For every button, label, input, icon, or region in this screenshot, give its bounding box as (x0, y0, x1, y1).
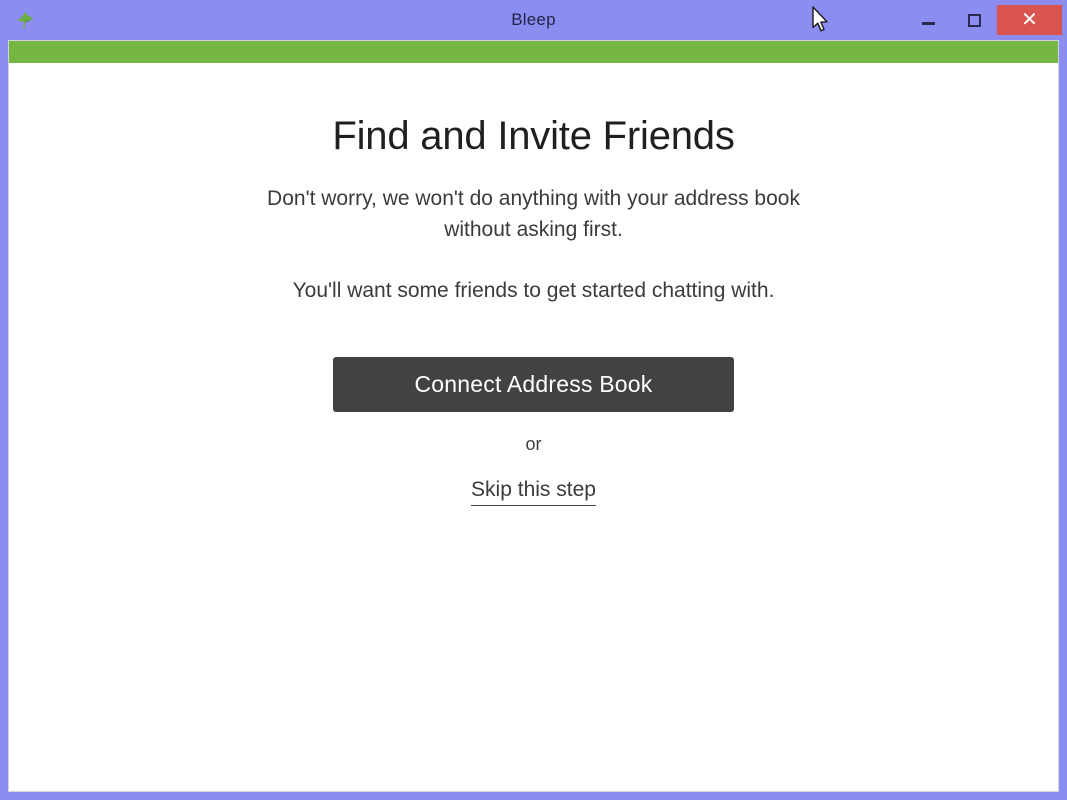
onboarding-progress-bar (9, 41, 1058, 63)
close-button[interactable]: ✕ (997, 5, 1062, 35)
minimize-button[interactable] (905, 0, 951, 40)
minimize-icon (921, 21, 935, 25)
app-window: Bleep ✕ Find and Invite Friends Don't wo… (0, 0, 1067, 800)
privacy-note: Don't worry, we won't do anything with y… (267, 187, 800, 241)
content-area: Find and Invite Friends Don't worry, we … (8, 40, 1059, 792)
skip-this-step-link[interactable]: Skip this step (471, 477, 596, 506)
maximize-icon (967, 13, 981, 27)
invite-friends-page: Find and Invite Friends Don't worry, we … (9, 63, 1058, 791)
page-title: Find and Invite Friends (332, 114, 735, 158)
encouragement-note: You'll want some friends to get started … (292, 279, 775, 302)
close-icon: ✕ (1021, 9, 1038, 31)
title-bar[interactable]: Bleep ✕ (0, 0, 1067, 40)
progress-fill (9, 41, 1058, 63)
or-separator-label: or (525, 434, 542, 454)
connect-address-book-button[interactable]: Connect Address Book (333, 357, 734, 412)
window-controls: ✕ (905, 0, 1067, 40)
maximize-button[interactable] (951, 0, 997, 40)
